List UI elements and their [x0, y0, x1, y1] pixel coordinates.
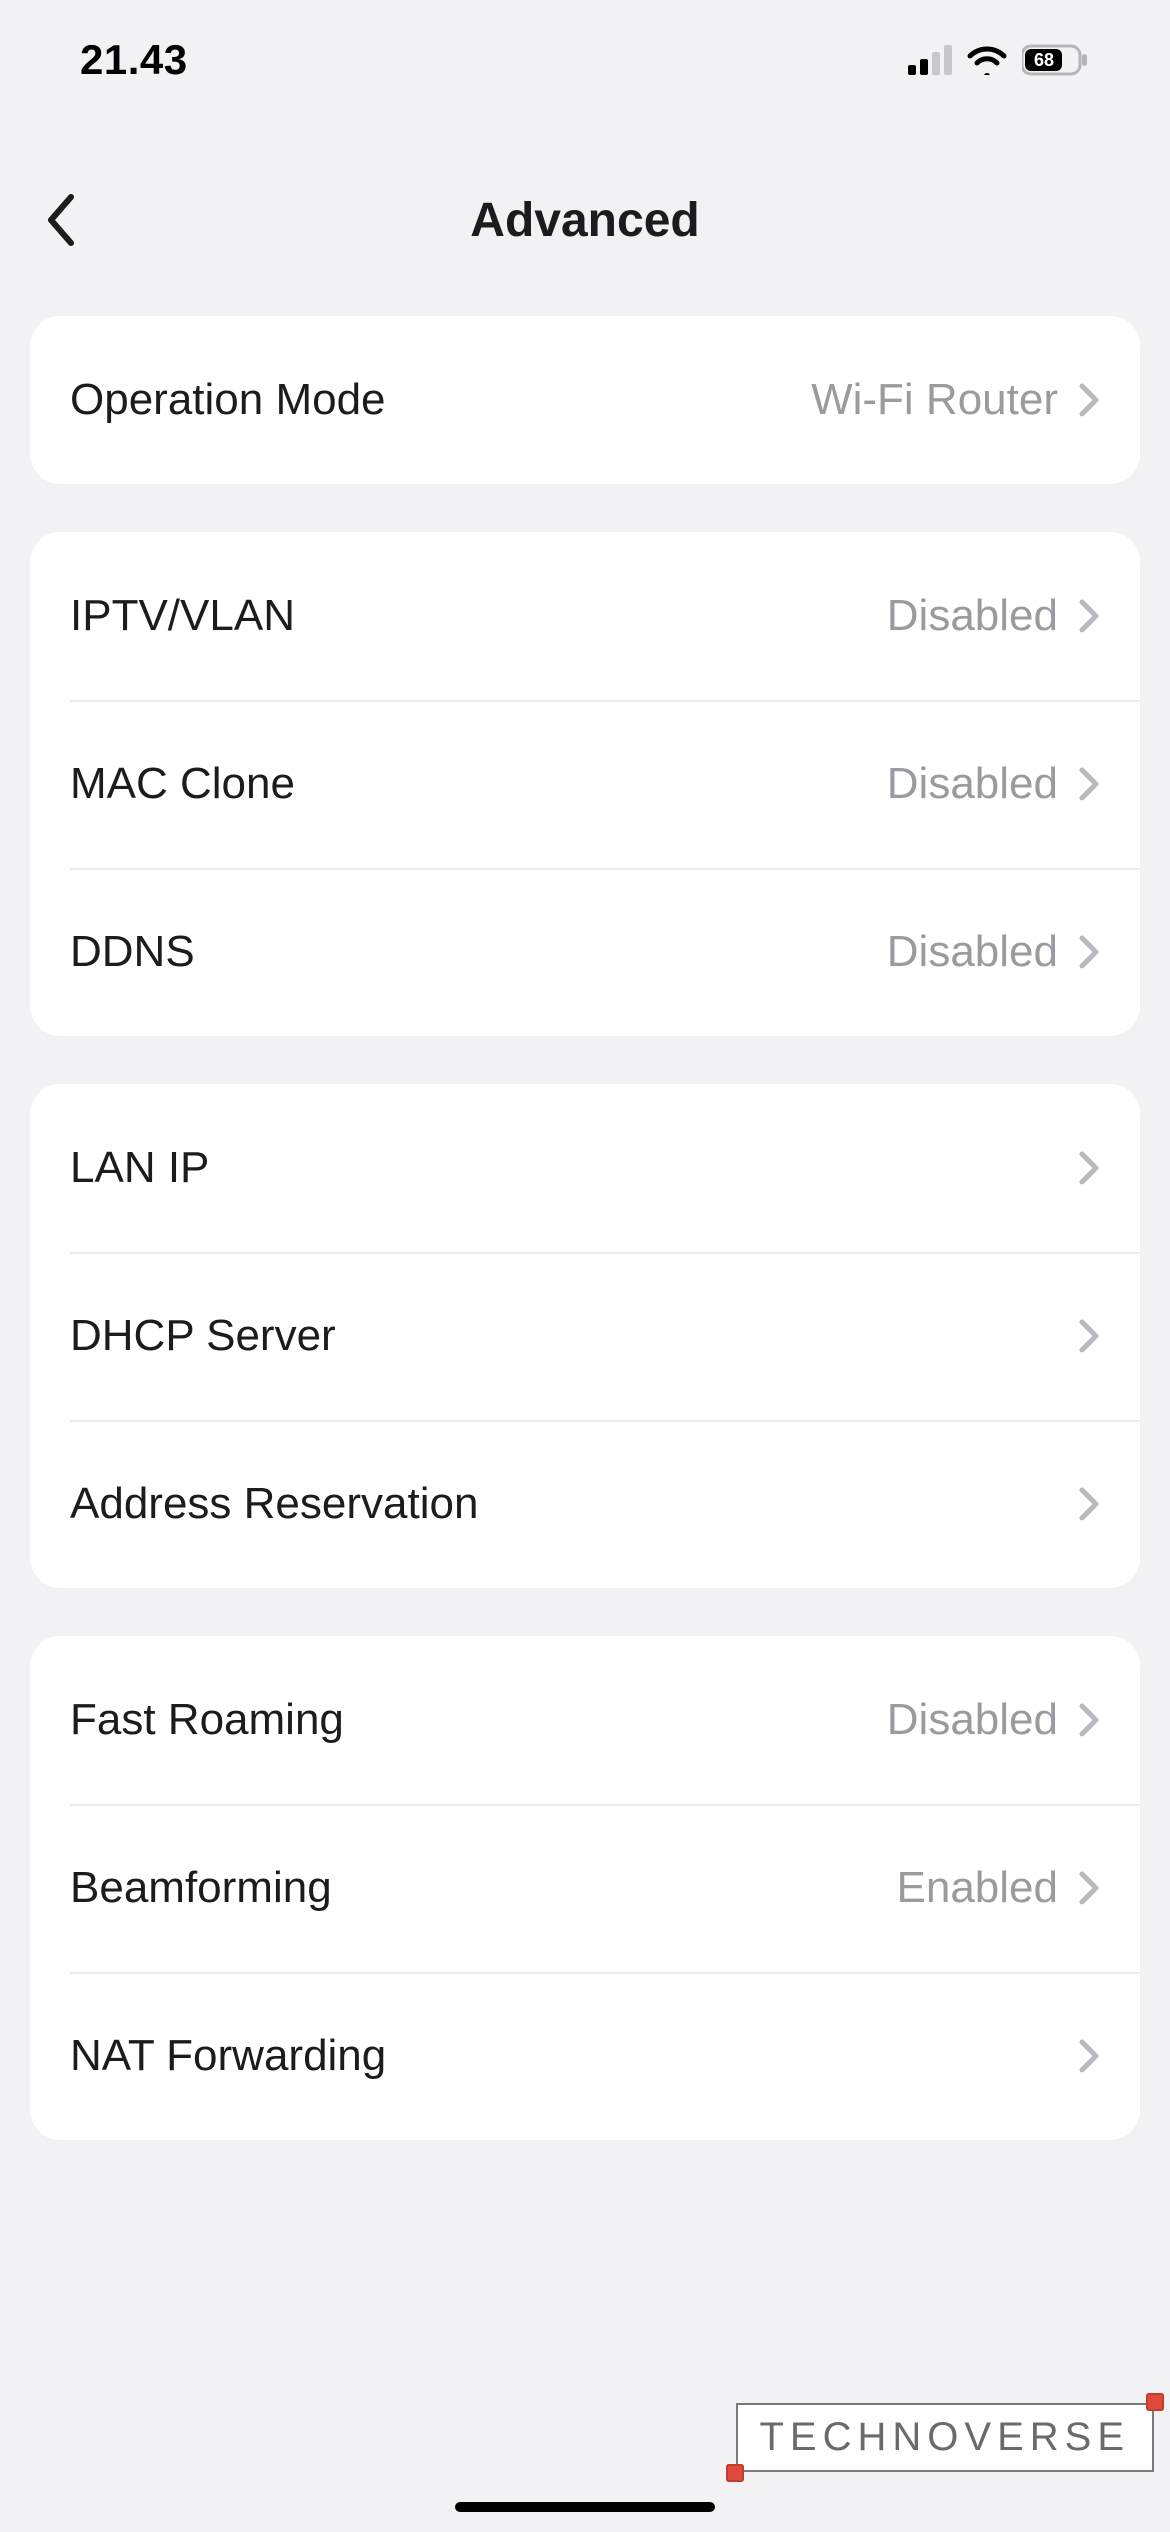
row-right: Disabled: [887, 591, 1102, 641]
chevron-right-icon: [1078, 934, 1102, 970]
row-label: LAN IP: [70, 1143, 1058, 1193]
chevron-right-icon: [1078, 1702, 1102, 1738]
row-ddns[interactable]: DDNS Disabled: [30, 868, 1140, 1036]
row-right: [1058, 1150, 1102, 1186]
chevron-right-icon: [1078, 1870, 1102, 1906]
chevron-right-icon: [1078, 766, 1102, 802]
settings-group: LAN IP DHCP Server Address Reservation: [30, 1084, 1140, 1588]
row-label: Fast Roaming: [70, 1695, 887, 1745]
row-fast-roaming[interactable]: Fast Roaming Disabled: [30, 1636, 1140, 1804]
row-address-reservation[interactable]: Address Reservation: [30, 1420, 1140, 1588]
row-dhcp-server[interactable]: DHCP Server: [30, 1252, 1140, 1420]
chevron-right-icon: [1078, 598, 1102, 634]
row-lan-ip[interactable]: LAN IP: [30, 1084, 1140, 1252]
row-right: Wi-Fi Router: [811, 375, 1102, 425]
row-nat-forwarding[interactable]: NAT Forwarding: [30, 1972, 1140, 2140]
row-right: Enabled: [897, 1863, 1102, 1913]
row-iptv-vlan[interactable]: IPTV/VLAN Disabled: [30, 532, 1140, 700]
settings-content: Operation Mode Wi-Fi Router IPTV/VLAN Di…: [30, 316, 1140, 2188]
row-label: Operation Mode: [70, 375, 811, 425]
row-label: Beamforming: [70, 1863, 897, 1913]
page-title: Advanced: [470, 193, 699, 248]
chevron-right-icon: [1078, 382, 1102, 418]
row-value: Disabled: [887, 591, 1058, 641]
nav-header: Advanced: [0, 165, 1170, 275]
cell-signal-icon: [908, 45, 952, 75]
chevron-left-icon: [43, 193, 77, 247]
row-value: Disabled: [887, 1695, 1058, 1745]
svg-text:68: 68: [1034, 50, 1054, 70]
row-value: Enabled: [897, 1863, 1058, 1913]
status-right-cluster: 68: [908, 44, 1090, 76]
row-value: Disabled: [887, 759, 1058, 809]
row-right: [1058, 1318, 1102, 1354]
row-mac-clone[interactable]: MAC Clone Disabled: [30, 700, 1140, 868]
settings-group: Fast Roaming Disabled Beamforming Enable…: [30, 1636, 1140, 2140]
chevron-right-icon: [1078, 1318, 1102, 1354]
row-right: [1058, 2038, 1102, 2074]
row-right: Disabled: [887, 927, 1102, 977]
row-beamforming[interactable]: Beamforming Enabled: [30, 1804, 1140, 1972]
row-label: NAT Forwarding: [70, 2031, 1058, 2081]
row-right: Disabled: [887, 759, 1102, 809]
row-label: IPTV/VLAN: [70, 591, 887, 641]
row-operation-mode[interactable]: Operation Mode Wi-Fi Router: [30, 316, 1140, 484]
battery-icon: 68: [1022, 44, 1090, 76]
chevron-right-icon: [1078, 2038, 1102, 2074]
chevron-right-icon: [1078, 1486, 1102, 1522]
row-label: Address Reservation: [70, 1479, 1058, 1529]
wifi-icon: [966, 45, 1008, 75]
settings-group: Operation Mode Wi-Fi Router: [30, 316, 1140, 484]
settings-group: IPTV/VLAN Disabled MAC Clone Disabled DD…: [30, 532, 1140, 1036]
row-value: Wi-Fi Router: [811, 375, 1058, 425]
watermark: TECHNOVERSE: [736, 2403, 1155, 2472]
row-label: DHCP Server: [70, 1311, 1058, 1361]
row-label: DDNS: [70, 927, 887, 977]
status-bar: 21.43 68: [0, 0, 1170, 120]
home-indicator: [455, 2502, 715, 2512]
row-label: MAC Clone: [70, 759, 887, 809]
back-button[interactable]: [30, 190, 90, 250]
row-right: [1058, 1486, 1102, 1522]
status-time: 21.43: [80, 36, 188, 84]
chevron-right-icon: [1078, 1150, 1102, 1186]
row-right: Disabled: [887, 1695, 1102, 1745]
row-value: Disabled: [887, 927, 1058, 977]
